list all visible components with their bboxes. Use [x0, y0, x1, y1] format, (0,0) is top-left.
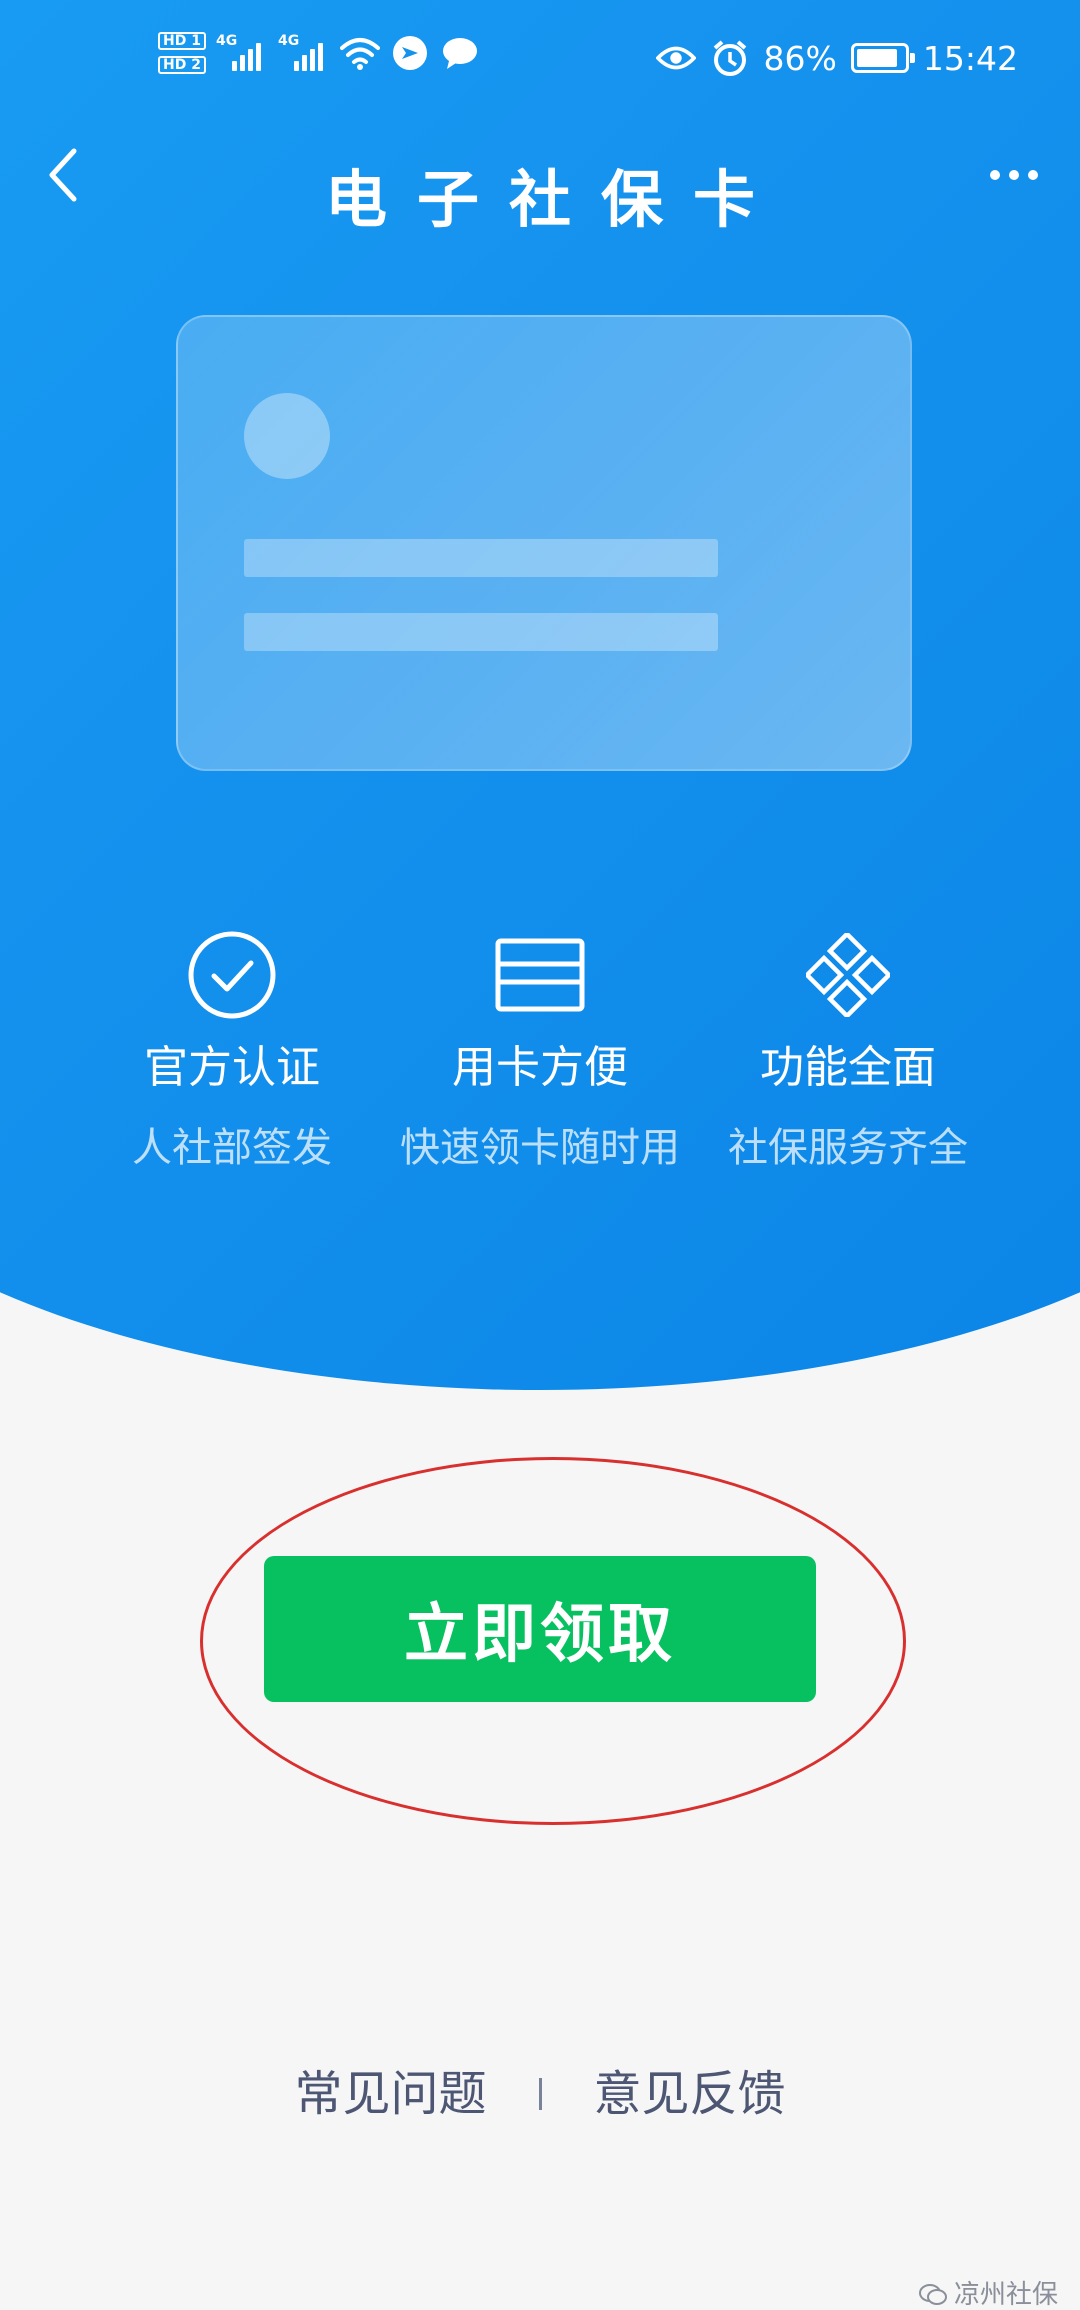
feature-title: 功能全面 — [760, 1042, 936, 1093]
feature-title: 官方认证 — [144, 1042, 320, 1093]
sim-indicators: HD 1 HD 2 — [158, 32, 206, 74]
feature-subtitle: 快速领卡随时用 — [400, 1125, 680, 1171]
more-dot-icon — [1009, 170, 1019, 180]
signal-1-icon: 4G — [216, 33, 268, 73]
card-icon — [380, 920, 700, 1030]
page-title: 电子社保卡 — [324, 163, 785, 236]
chat-notification-icon — [440, 33, 480, 73]
wechat-icon — [918, 2284, 947, 2305]
sim1-indicator: HD 1 — [158, 32, 206, 50]
eye-icon — [655, 38, 696, 78]
sim2-label: HD 2 — [158, 56, 206, 74]
feature-subtitle: 人社部签发 — [132, 1125, 332, 1171]
battery-icon — [850, 43, 915, 73]
battery-percent: 86% — [763, 38, 837, 78]
signal-2-icon: 4G — [278, 33, 330, 73]
alarm-icon — [710, 38, 750, 78]
faq-link[interactable]: 常见问题 — [294, 2064, 486, 2124]
diamond-grid-icon — [688, 920, 1008, 1030]
sim1-label: HD 1 — [158, 32, 206, 50]
page: HD 1 HD 2 4G 4G 86% 15:42 电子社保卡 官方认证 人社部… — [0, 0, 1080, 2310]
feature-comprehensive: 功能全面 社保服务齐全 — [688, 920, 1008, 1176]
status-bar: HD 1 HD 2 4G 4G 86% 15:42 — [0, 0, 1080, 120]
watermark: 凉州社保 — [918, 2280, 1058, 2310]
app-notification-icon — [390, 33, 430, 73]
clock: 15:42 — [922, 38, 1018, 78]
feature-subtitle: 社保服务齐全 — [728, 1125, 968, 1171]
card-line-placeholder — [244, 539, 718, 577]
footer-divider — [538, 2078, 542, 2110]
footer-links: 常见问题 意见反馈 — [0, 2064, 1080, 2124]
more-dot-icon — [990, 170, 1000, 180]
battery-fill — [856, 49, 897, 67]
watermark-label: 凉州社保 — [953, 2280, 1058, 2310]
check-circle-icon — [72, 920, 392, 1030]
feature-title: 用卡方便 — [452, 1042, 628, 1093]
status-right: 86% 15:42 — [655, 38, 1018, 78]
wifi-icon — [339, 33, 380, 73]
status-left: HD 1 HD 2 4G 4G — [158, 32, 480, 74]
feedback-link[interactable]: 意见反馈 — [594, 2064, 786, 2124]
more-dot-icon — [1028, 170, 1038, 180]
card-line-placeholder — [244, 613, 718, 651]
feature-convenient: 用卡方便 快速领卡随时用 — [380, 920, 700, 1176]
more-options-button[interactable] — [974, 145, 1054, 205]
feature-official: 官方认证 人社部签发 — [72, 920, 392, 1176]
social-security-card-illustration — [176, 315, 912, 771]
claim-now-button[interactable]: 立即领取 — [264, 1556, 816, 1702]
sim2-indicator: HD 2 — [158, 56, 206, 74]
card-avatar-placeholder — [244, 393, 330, 479]
